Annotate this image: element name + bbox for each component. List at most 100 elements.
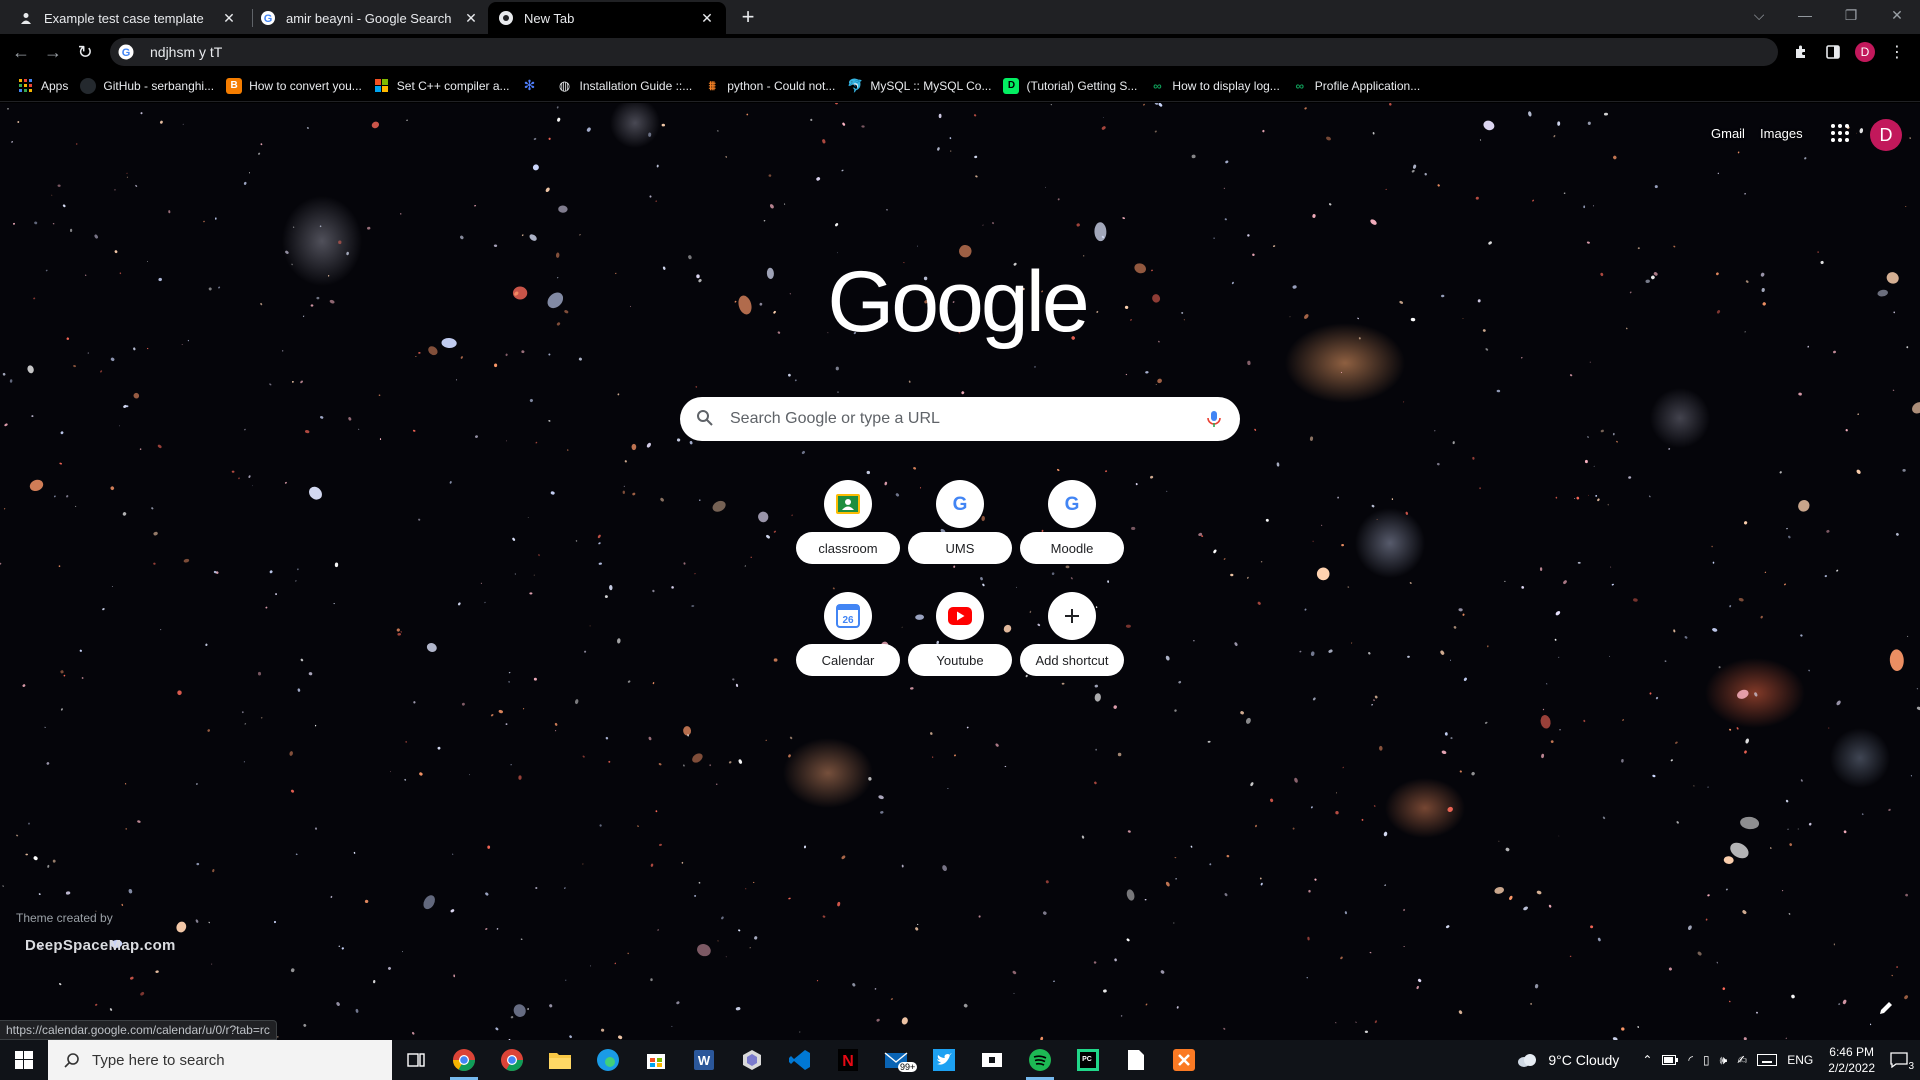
battery-icon[interactable] bbox=[1662, 1055, 1679, 1065]
shortcut-moodle[interactable]: G Moodle bbox=[1016, 472, 1128, 584]
network-icon[interactable]: ◜ bbox=[1688, 1053, 1693, 1067]
forward-arrow-icon[interactable]: → bbox=[40, 39, 66, 65]
bookmark-apps[interactable]: Apps bbox=[12, 72, 74, 100]
close-icon[interactable]: ✕ bbox=[462, 9, 480, 27]
pen-icon[interactable]: ✍ bbox=[1737, 1053, 1747, 1067]
bookmark-label: Profile Application... bbox=[1314, 78, 1421, 93]
language-indicator[interactable]: ENG bbox=[1787, 1053, 1813, 1067]
chrome-icon bbox=[498, 10, 514, 26]
netflix-icon[interactable]: N bbox=[824, 1040, 872, 1080]
microphone-icon[interactable] bbox=[1204, 409, 1224, 429]
bookmark-datacamp[interactable]: D (Tutorial) Getting S... bbox=[997, 72, 1143, 100]
customize-pencil-icon[interactable] bbox=[1877, 999, 1897, 1019]
bookmark-github[interactable]: GitHub - serbanghi... bbox=[74, 72, 220, 100]
ntp-search-box[interactable] bbox=[680, 397, 1240, 441]
mail-badge: 99+ bbox=[898, 1062, 918, 1072]
tab-new-tab[interactable]: New Tab ✕ bbox=[488, 2, 726, 34]
side-panel-icon[interactable] bbox=[1821, 40, 1845, 64]
account-avatar[interactable]: D bbox=[1870, 119, 1902, 151]
shortcut-classroom[interactable]: classroom bbox=[792, 472, 904, 584]
bookmark-label: How to convert you... bbox=[249, 78, 362, 93]
google-g-icon: G bbox=[936, 480, 984, 528]
file-explorer-icon[interactable] bbox=[536, 1040, 584, 1080]
taskbar-search-box[interactable]: Type here to search bbox=[48, 1040, 392, 1080]
chrome-taskbar-icon[interactable] bbox=[440, 1040, 488, 1080]
new-tab-button[interactable]: + bbox=[736, 4, 760, 29]
windows-icon bbox=[374, 78, 390, 94]
notepad-icon[interactable] bbox=[1112, 1040, 1160, 1080]
shortcut-label: classroom bbox=[796, 532, 900, 564]
notification-count: 3 bbox=[1908, 1061, 1914, 1072]
tab-search-chevron-icon[interactable]: ⌵ bbox=[1736, 0, 1782, 30]
bookmark-stackoverflow[interactable]: ⩩ python - Could not... bbox=[698, 72, 841, 100]
system-tray: 9°C Cloudy ⌃ ◜ ▯ 🕪 ✍ ENG 6:46 PM 2/2/202… bbox=[1511, 1040, 1920, 1080]
svg-text:PC: PC bbox=[1082, 1056, 1092, 1063]
shortcut-calendar[interactable]: 26 Calendar bbox=[792, 584, 904, 696]
tab-example-test-case[interactable]: Example test case template ✕ bbox=[8, 2, 248, 34]
bookmark-atom[interactable]: ✻ bbox=[516, 72, 551, 100]
extensions-puzzle-icon[interactable] bbox=[1789, 40, 1813, 64]
word-icon[interactable]: W bbox=[680, 1040, 728, 1080]
images-link[interactable]: Images bbox=[1760, 126, 1803, 141]
minimize-button[interactable]: — bbox=[1782, 0, 1828, 30]
volume-icon[interactable]: 🕪 bbox=[1720, 1053, 1728, 1068]
vscode-icon[interactable] bbox=[776, 1040, 824, 1080]
clock[interactable]: 6:46 PM 2/2/2022 bbox=[1828, 1044, 1875, 1076]
ntp-search-input[interactable] bbox=[730, 410, 1204, 428]
mysql-icon: 🐬 bbox=[847, 77, 864, 93]
shortcut-ums[interactable]: G UMS bbox=[904, 472, 1016, 584]
bookmark-profile-application[interactable]: ∞ Profile Application... bbox=[1286, 72, 1426, 100]
bookmark-blogger[interactable]: B How to convert you... bbox=[220, 72, 368, 100]
task-view-icon[interactable] bbox=[392, 1040, 440, 1080]
store-icon[interactable] bbox=[632, 1040, 680, 1080]
plus-icon bbox=[1048, 592, 1096, 640]
bookmark-cpp-compiler[interactable]: Set C++ compiler a... bbox=[368, 72, 516, 100]
notification-icon[interactable]: 3 bbox=[1890, 1052, 1914, 1072]
bookmark-label: How to display log... bbox=[1172, 78, 1280, 93]
start-windows-icon[interactable] bbox=[0, 1040, 48, 1080]
address-bar[interactable]: G bbox=[110, 38, 1778, 66]
reload-icon[interactable]: ↻ bbox=[72, 39, 98, 65]
pycharm-icon[interactable]: PC bbox=[1064, 1040, 1112, 1080]
twitter-icon[interactable] bbox=[920, 1040, 968, 1080]
close-icon[interactable]: ✕ bbox=[698, 9, 716, 27]
bookmark-display-log[interactable]: ∞ How to display log... bbox=[1143, 72, 1285, 100]
apps-grid-icon bbox=[18, 78, 34, 94]
google-apps-icon[interactable] bbox=[1828, 121, 1852, 145]
theme-brand-link[interactable]: DeepSpaceMap.com bbox=[25, 937, 176, 954]
tab-google-search[interactable]: G amir beayni - Google Search ✕ bbox=[250, 2, 490, 34]
close-window-button[interactable]: ✕ bbox=[1874, 0, 1920, 30]
svg-text:N: N bbox=[842, 1053, 854, 1070]
shortcut-youtube[interactable]: Youtube bbox=[904, 584, 1016, 696]
chevron-up-icon[interactable]: ⌃ bbox=[1642, 1053, 1652, 1067]
mic-tray-icon[interactable]: ▯ bbox=[1703, 1053, 1710, 1067]
mail-icon[interactable]: 99+ bbox=[872, 1040, 920, 1080]
tab-title: New Tab bbox=[524, 10, 575, 26]
weather-cloud-icon[interactable] bbox=[1516, 1052, 1538, 1068]
google-g-icon: G bbox=[1048, 480, 1096, 528]
hexagon-app-icon[interactable] bbox=[728, 1040, 776, 1080]
menu-kebab-icon[interactable]: ⋮ bbox=[1885, 40, 1909, 64]
xampp-icon[interactable] bbox=[1160, 1040, 1208, 1080]
spotify-icon[interactable] bbox=[1016, 1040, 1064, 1080]
keyboard-icon[interactable] bbox=[1757, 1054, 1778, 1066]
clock-time: 6:46 PM bbox=[1829, 1045, 1874, 1059]
close-icon[interactable]: ✕ bbox=[220, 9, 238, 27]
back-arrow-icon[interactable]: ← bbox=[8, 39, 34, 65]
search-icon bbox=[696, 409, 716, 429]
google-logo: Google bbox=[827, 254, 1089, 350]
taskbar-search-placeholder: Type here to search bbox=[92, 1051, 225, 1069]
weather-text[interactable]: 9°C Cloudy bbox=[1548, 1052, 1619, 1068]
chrome-profile-taskbar-icon[interactable] bbox=[488, 1040, 536, 1080]
profile-avatar[interactable]: D bbox=[1853, 40, 1877, 64]
bookmark-mysql[interactable]: 🐬 MySQL :: MySQL Co... bbox=[841, 72, 997, 100]
edge-icon[interactable] bbox=[584, 1040, 632, 1080]
bookmark-installation-guide[interactable]: ◍ Installation Guide ::... bbox=[551, 72, 699, 100]
google-g-icon: G bbox=[260, 10, 276, 26]
address-input[interactable] bbox=[150, 44, 1650, 60]
restore-button[interactable]: ❐ bbox=[1828, 0, 1874, 30]
gmail-link[interactable]: Gmail bbox=[1711, 126, 1745, 141]
atom-icon: ✻ bbox=[523, 77, 536, 93]
shortcut-add[interactable]: Add shortcut bbox=[1016, 584, 1128, 696]
roblox-icon[interactable] bbox=[968, 1040, 1016, 1080]
